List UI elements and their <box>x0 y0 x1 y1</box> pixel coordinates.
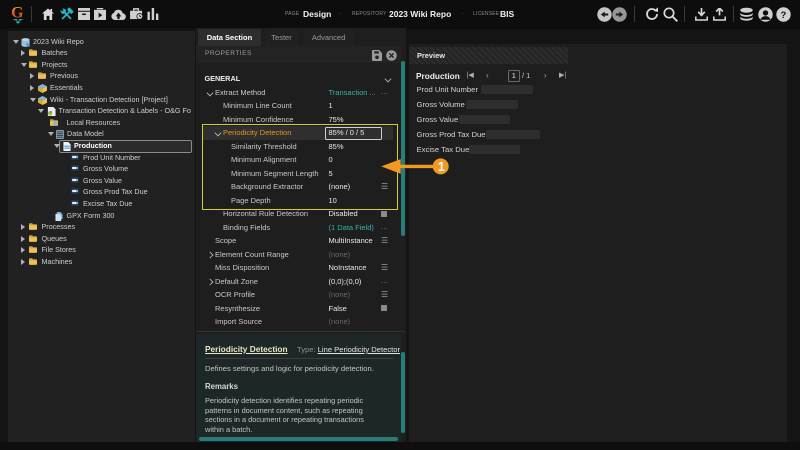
svg-text:G: G <box>11 5 23 22</box>
svg-text:1: 1 <box>438 160 445 174</box>
svg-text:?: ? <box>781 10 787 21</box>
